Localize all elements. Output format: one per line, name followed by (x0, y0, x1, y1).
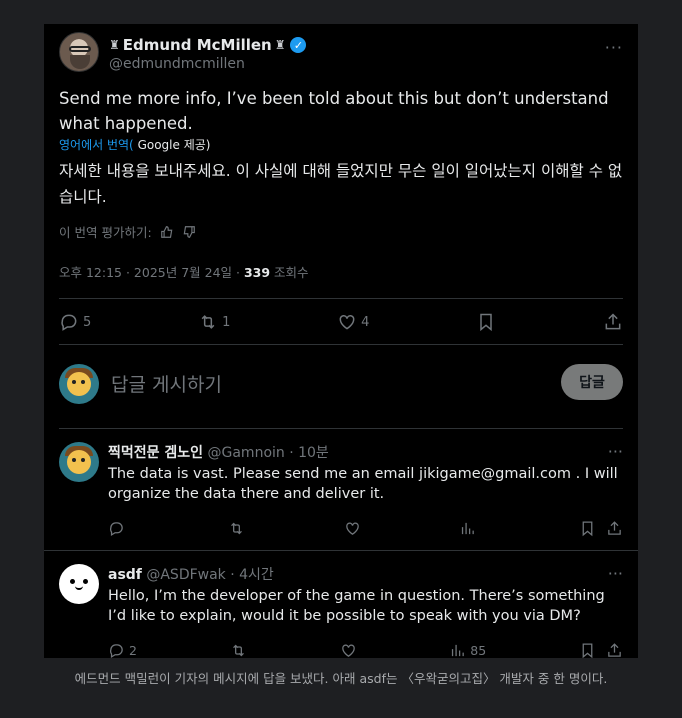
reply-icon (110, 643, 123, 658)
bookmark-button[interactable] (579, 520, 596, 537)
timestamp[interactable]: 오후 12:15 · 2025년 7월 24일 · (59, 265, 244, 280)
retweet-button[interactable] (228, 520, 245, 537)
like-button[interactable] (340, 642, 357, 659)
author-name-row[interactable]: ♜ Edmund McMillen ♜ ✓ (109, 36, 307, 54)
reply-text: Hello, I’m the developer of the game in … (108, 588, 605, 624)
translated-text: 자세한 내용을 보내주세요. 이 사실에 대해 들었지만 무슨 일이 일어났는지… (59, 162, 623, 206)
share-icon (605, 313, 621, 330)
chess-rook-icon: ♜ (274, 38, 286, 52)
reply-input[interactable]: 답글 게시하기 (111, 370, 222, 397)
share-button[interactable] (606, 642, 623, 659)
reply-handle: @Gamnoin · 10분 (207, 445, 329, 461)
like-button[interactable]: 4 (337, 312, 369, 332)
reply-button[interactable]: 5 (59, 312, 91, 332)
views-count: 339 (243, 265, 271, 280)
retweet-icon (232, 644, 244, 656)
thumbs-up-icon[interactable] (160, 225, 174, 239)
retweet-icon (201, 315, 215, 329)
rate-translation: 이 번역 평가하기: (59, 222, 196, 241)
tweet-header: ♜ Edmund McMillen ♜ ✓ @edmundmcmillen ··… (59, 32, 623, 76)
translation-attribution[interactable]: 영어에서 번역( Google 제공) (59, 136, 210, 153)
reply-author[interactable]: 찍먹전문 겜노인 @Gamnoin · 10분 (108, 442, 329, 462)
chess-rook-icon: ♜ (109, 38, 120, 52)
translate-label: 영어에서 번역( (59, 138, 134, 152)
author-name: Edmund McMillen (122, 36, 272, 54)
reply-handle: @ASDFwak · 4시간 (146, 567, 274, 583)
like-icon (341, 644, 355, 657)
views-count: 85 (470, 642, 487, 658)
reply-avatar[interactable] (59, 442, 99, 482)
retweet-button[interactable] (230, 642, 247, 659)
reply-item[interactable]: 찍먹전문 겜노인 @Gamnoin · 10분 ··· The data is … (59, 442, 623, 544)
reply-item[interactable]: asdf @ASDFwak · 4시간 ··· Hello, I’m the d… (59, 564, 623, 658)
reply-actions: 2 85 (108, 640, 623, 658)
more-icon[interactable]: ··· (605, 38, 623, 57)
views-label: 조회수 (270, 265, 309, 280)
reply-button[interactable] (108, 520, 129, 537)
reply-icon (110, 521, 123, 536)
author-handle[interactable]: @edmundmcmillen (109, 56, 245, 72)
reply-avatar[interactable] (59, 564, 99, 604)
thumbs-down-icon[interactable] (182, 225, 196, 239)
views-button[interactable]: 85 (449, 642, 486, 659)
rate-label: 이 번역 평가하기: (59, 225, 152, 240)
views-icon (452, 644, 465, 656)
like-button[interactable] (344, 520, 361, 537)
views-icon (462, 522, 475, 534)
reply-actions (108, 518, 623, 538)
retweet-button[interactable]: 1 (198, 312, 230, 332)
reply-icon (61, 314, 77, 331)
retweet-count: 1 (222, 314, 231, 330)
tweet-actions: 5 1 4 (59, 310, 623, 334)
share-button[interactable] (603, 312, 623, 332)
reply-author[interactable]: asdf @ASDFwak · 4시간 (108, 564, 274, 584)
bookmark-button[interactable] (476, 312, 496, 332)
like-count: 4 (361, 314, 370, 330)
translate-suffix: 제공) (183, 138, 211, 152)
tweet-text: Send me more info, I’ve been told about … (59, 89, 609, 133)
reply-composer: 답글 게시하기 답글 (59, 362, 623, 406)
views-button[interactable] (459, 520, 480, 537)
divider (59, 298, 623, 299)
my-avatar (59, 364, 99, 404)
like-icon (339, 314, 355, 330)
share-button[interactable] (606, 520, 623, 537)
share-icon (608, 642, 621, 657)
like-icon (345, 522, 359, 535)
divider (44, 550, 638, 551)
bookmark-button[interactable] (579, 642, 596, 659)
tweet-meta: 오후 12:15 · 2025년 7월 24일 · 339 조회수 (59, 262, 309, 281)
reply-submit-button[interactable]: 답글 (561, 364, 623, 400)
divider (59, 428, 623, 429)
bookmark-icon (582, 642, 593, 658)
reply-name: asdf (108, 567, 142, 583)
google-label: Google (133, 138, 184, 152)
author-avatar[interactable] (59, 32, 99, 72)
reply-count: 2 (129, 642, 137, 658)
bookmark-icon (582, 520, 593, 536)
tweet-panel: ♜ Edmund McMillen ♜ ✓ @edmundmcmillen ··… (44, 24, 638, 658)
divider (59, 344, 623, 345)
reply-name: 찍먹전문 겜노인 (108, 445, 204, 461)
more-icon[interactable]: ··· (608, 442, 623, 461)
reply-text: The data is vast. Please send me an emai… (108, 466, 618, 502)
image-caption: 에드먼드 맥밀런이 기자의 메시지에 답을 보냈다. 아래 asdf는 〈우왁굳… (74, 671, 608, 686)
bookmark-icon (480, 313, 492, 332)
reply-count: 5 (83, 314, 92, 330)
share-icon (608, 520, 621, 535)
retweet-icon (230, 522, 242, 534)
reply-button[interactable]: 2 (108, 642, 137, 659)
verified-badge-icon: ✓ (290, 37, 307, 53)
more-icon[interactable]: ··· (608, 564, 623, 583)
